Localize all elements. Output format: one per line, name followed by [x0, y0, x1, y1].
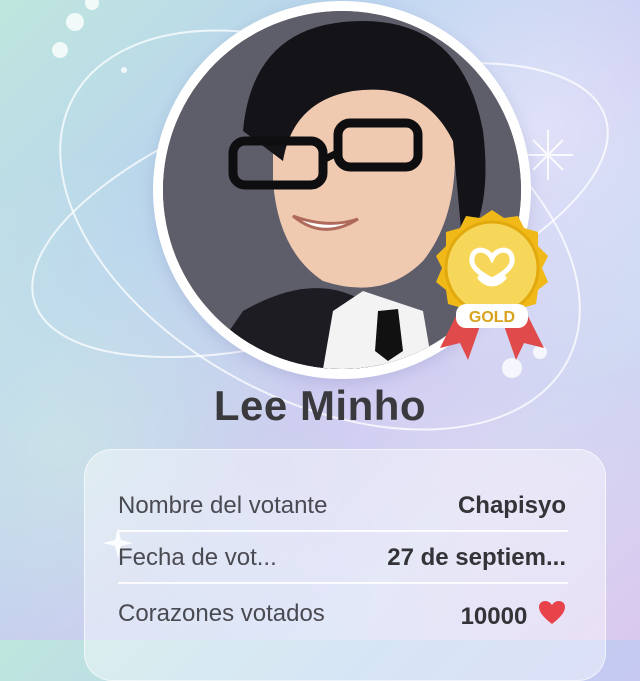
hearts-voted-label: Corazones votados	[118, 600, 325, 627]
sparkle-icon	[523, 130, 573, 180]
badge-label: GOLD	[469, 309, 515, 326]
hearts-voted-row: Corazones votados 10000	[118, 592, 568, 638]
voter-name-label: Nombre del votante	[118, 492, 328, 519]
vote-date-row: Fecha de vot... 27 de septiem...	[118, 536, 568, 584]
gold-badge: GOLD	[436, 210, 548, 360]
hearts-voted-value-wrap: 10000	[461, 600, 566, 631]
vote-date-value: 27 de septiem...	[387, 544, 566, 571]
voter-name-row: Nombre del votante Chapisyo	[118, 484, 568, 532]
red-heart-icon	[539, 601, 565, 624]
voter-name-value: Chapisyo	[457, 492, 566, 519]
moon-icon	[539, 12, 572, 60]
profile-name: Lee Minho	[213, 382, 427, 429]
hearts-voted-value: 10000	[460, 603, 528, 630]
vote-date-label: Fecha de vot...	[118, 544, 277, 571]
